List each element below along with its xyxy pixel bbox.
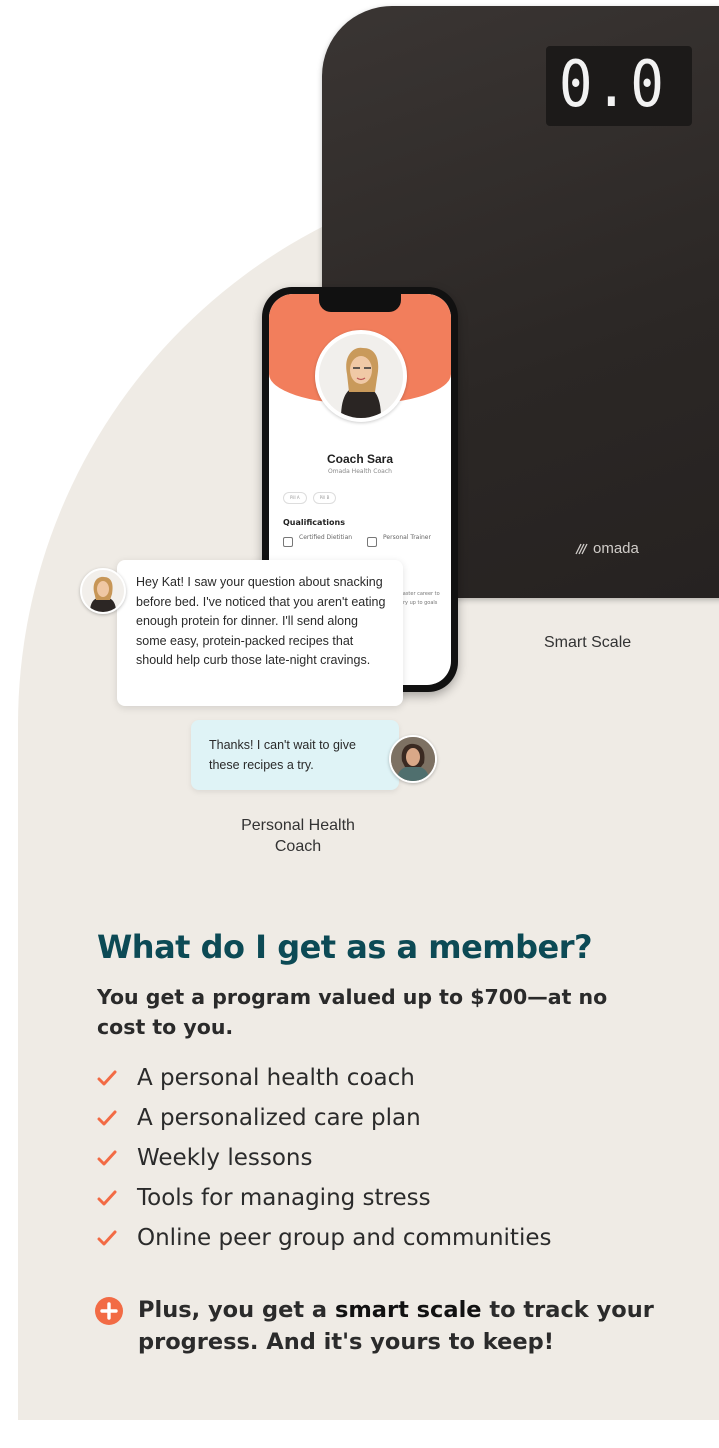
checkmark-icon: [97, 1178, 125, 1218]
qualification-item: Personal Trainer: [367, 534, 437, 547]
benefits-list: A personal health coach A personalized c…: [97, 1058, 551, 1258]
qualifications-list: Certified Dietitian Personal Trainer: [283, 534, 437, 547]
checkmark-icon: [97, 1138, 125, 1178]
trainer-icon: [367, 537, 377, 547]
coach-message-bubble: Hey Kat! I saw your question about snack…: [117, 560, 403, 706]
coach-tag: Pill A: [283, 492, 307, 504]
checkmark-icon: [97, 1098, 125, 1138]
coach-tag: Pill B: [312, 492, 337, 504]
certificate-icon: [283, 537, 293, 547]
member-avatar-icon: [391, 737, 435, 781]
section-heading: What do I get as a member?: [97, 928, 593, 966]
benefit-item: A personalized care plan: [97, 1098, 551, 1138]
smart-scale-caption: Smart Scale: [544, 634, 632, 651]
smart-scale-bonus: Plus, you get a smart scale to track you…: [94, 1294, 694, 1358]
plus-circle-icon: [94, 1296, 124, 1326]
scale-readout: 0.0: [558, 47, 666, 122]
checkmark-icon: [97, 1218, 125, 1258]
benefit-item: Weekly lessons: [97, 1138, 551, 1178]
benefit-item: Tools for managing stress: [97, 1178, 551, 1218]
phone-bio-snippet: faster career to try up to goals: [401, 591, 440, 606]
smart-scale-bonus-text: Plus, you get a smart scale to track you…: [138, 1297, 654, 1355]
checkmark-icon: [97, 1058, 125, 1098]
omada-logo-text: omada: [593, 540, 639, 557]
benefit-item: A personal health coach: [97, 1058, 551, 1098]
member-avatar: [389, 735, 437, 783]
omada-logo: omada: [574, 540, 639, 557]
coach-avatar: [80, 568, 126, 614]
coach-tag-row: Pill A Pill B: [283, 492, 337, 504]
qualification-item: Certified Dietitian: [283, 534, 353, 547]
coach-avatar-icon: [82, 570, 124, 612]
scale-display: 0.0: [546, 46, 692, 126]
phone-notch: [319, 294, 401, 312]
background-bottom-strip: [0, 1420, 719, 1448]
coach-portrait-icon: [319, 334, 403, 418]
coach-profile-photo: [315, 330, 407, 422]
qualifications-title: Qualifications: [283, 518, 345, 527]
personal-health-coach-caption: Personal Health Coach: [241, 817, 355, 855]
benefit-item: Online peer group and communities: [97, 1218, 551, 1258]
section-subheading: You get a program valued up to $700—at n…: [97, 985, 608, 1039]
coach-role: Omada Health Coach: [328, 468, 392, 475]
omada-logo-icon: [575, 543, 588, 554]
smart-scale-emphasis: smart scale: [334, 1297, 482, 1323]
coach-name: Coach Sara: [326, 452, 394, 466]
member-message-bubble: Thanks! I can't wait to give these recip…: [191, 720, 399, 790]
